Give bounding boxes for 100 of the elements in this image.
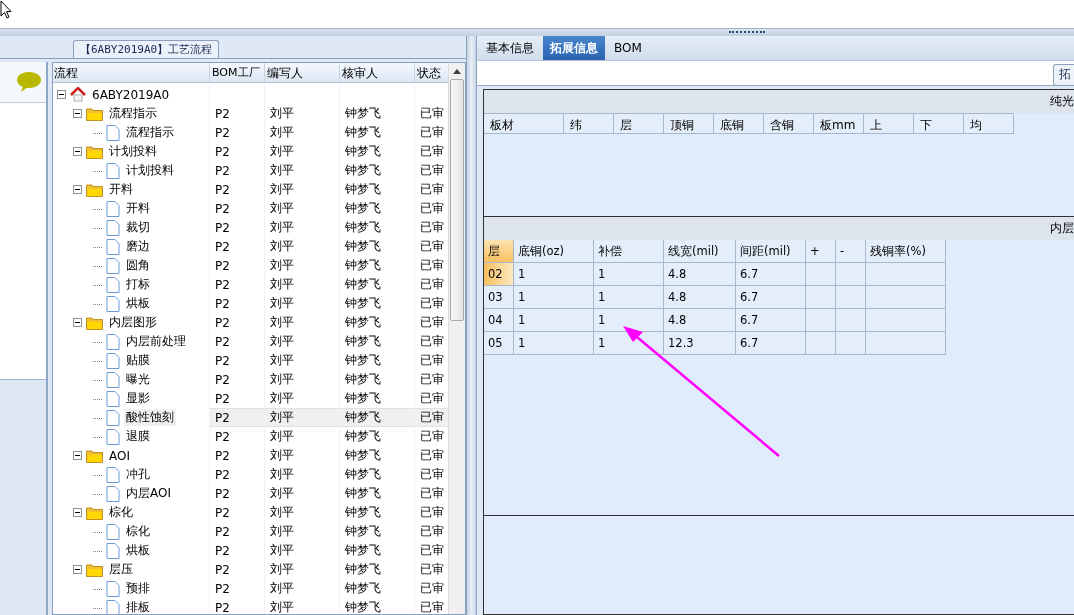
table-cell: 钟梦飞	[345, 580, 381, 597]
table-cell: 钟梦飞	[345, 124, 381, 141]
tree-item[interactable]: 层压	[107, 561, 135, 578]
table-cell: P2	[215, 543, 230, 558]
table-cell: 已审	[420, 200, 444, 217]
table-cell: 钟梦飞	[345, 238, 381, 255]
collapse-icon[interactable]	[73, 109, 82, 118]
tree-item[interactable]: 烘板	[124, 542, 152, 559]
tree-item[interactable]: AOI	[107, 448, 132, 463]
table-cell: 刘平	[270, 276, 294, 293]
tree-item[interactable]: 开料	[124, 200, 152, 217]
column-header: 顶铜	[664, 113, 714, 134]
tab[interactable]: 拓展信息	[543, 36, 605, 60]
tree-item[interactable]: 酸性蚀刻	[124, 409, 176, 426]
table-cell: 已审	[420, 295, 444, 312]
table-cell: 已审	[420, 143, 444, 160]
folder-icon	[86, 106, 103, 121]
tree-item[interactable]: 烘板	[124, 295, 152, 312]
collapse-icon[interactable]	[73, 185, 82, 194]
table-cell: 钟梦飞	[345, 333, 381, 350]
tab[interactable]: 基本信息	[479, 36, 541, 60]
folder-icon	[86, 505, 103, 520]
table-cell: P2	[215, 106, 230, 121]
tree-item[interactable]: 内层前处理	[124, 333, 188, 350]
column-header: 均	[964, 113, 1014, 134]
table-cell: 刘平	[270, 295, 294, 312]
table-cell: 钟梦飞	[345, 523, 381, 540]
column-header[interactable]: 编写人	[265, 63, 340, 82]
collapse-icon[interactable]	[73, 318, 82, 327]
row-header[interactable]: 03	[484, 286, 514, 309]
column-header: 层	[614, 113, 664, 134]
table-cell: P2	[215, 239, 230, 254]
column-header[interactable]: 流程	[53, 63, 210, 82]
group-tab[interactable]: 拓	[1053, 64, 1074, 86]
tree-item[interactable]: 内层AOI	[124, 485, 173, 502]
table-cell: 钟梦飞	[345, 599, 381, 614]
table-cell: 钟梦飞	[345, 219, 381, 236]
table-cell: 钟梦飞	[345, 352, 381, 369]
tree-item[interactable]: 冲孔	[124, 466, 152, 483]
scroll-up-icon[interactable]	[453, 69, 461, 74]
table-cell: P2	[215, 315, 230, 330]
tree-item[interactable]: 内层图形	[107, 314, 159, 331]
tree-item[interactable]: 流程指示	[124, 124, 176, 141]
table-cell: 刘平	[270, 409, 294, 426]
row-header[interactable]: 02	[484, 263, 514, 286]
table-cell: P2	[215, 448, 230, 463]
collapse-icon[interactable]	[73, 451, 82, 460]
collapse-icon[interactable]	[73, 147, 82, 156]
tree-item[interactable]: 磨边	[124, 238, 152, 255]
tree-item[interactable]: 贴膜	[124, 352, 152, 369]
table-cell: P2	[215, 182, 230, 197]
tree-item[interactable]: 棕化	[124, 523, 152, 540]
collapse-icon[interactable]	[73, 508, 82, 517]
table-cell: P2	[215, 334, 230, 349]
tab[interactable]: BOM	[607, 36, 649, 60]
scrollbar[interactable]	[448, 63, 465, 614]
table-cell: 已审	[420, 181, 444, 198]
document-icon	[106, 333, 120, 350]
table-cell: 钟梦飞	[345, 466, 381, 483]
table-cell: 6.7	[736, 309, 806, 332]
row-header[interactable]: 05	[484, 332, 514, 355]
column-header: 板mm	[814, 113, 864, 134]
tree-item[interactable]: 裁切	[124, 219, 152, 236]
table-cell: 钟梦飞	[345, 504, 381, 521]
table-cell: 刘平	[270, 257, 294, 274]
table-cell: 刘平	[270, 105, 294, 122]
tree-item[interactable]: 排板	[124, 599, 152, 614]
tree-item[interactable]: 流程指示	[107, 105, 159, 122]
tree-item[interactable]: 显影	[124, 390, 152, 407]
tree-item[interactable]: 打标	[124, 276, 152, 293]
table-cell: 1	[594, 263, 664, 286]
tree-item[interactable]: 开料	[107, 181, 135, 198]
collapse-icon[interactable]	[57, 90, 66, 99]
table-cell: 1	[514, 332, 594, 355]
table-cell: 已审	[420, 257, 444, 274]
tree-item[interactable]: 计划投料	[107, 143, 159, 160]
document-icon	[106, 466, 120, 483]
table-cell: 钟梦飞	[345, 314, 381, 331]
table-cell: 钟梦飞	[345, 276, 381, 293]
tree-item[interactable]: 棕化	[107, 504, 135, 521]
folder-icon	[86, 562, 103, 577]
table-cell: 钟梦飞	[345, 257, 381, 274]
table-cell: 6.7	[736, 286, 806, 309]
column-header[interactable]: 核审人	[340, 63, 415, 82]
splitter-grip-icon[interactable]	[729, 30, 765, 35]
tree-item[interactable]: 圆角	[124, 257, 152, 274]
tree-item[interactable]: 6ABY2019A0	[90, 87, 172, 102]
table-cell: 刘平	[270, 599, 294, 614]
scroll-thumb[interactable]	[450, 79, 464, 321]
table-cell: 已审	[420, 390, 444, 407]
document-icon	[106, 219, 120, 236]
row-header[interactable]: 04	[484, 309, 514, 332]
tree-item[interactable]: 预排	[124, 580, 152, 597]
table-cell: 已审	[420, 466, 444, 483]
tree-item[interactable]: 退膜	[124, 428, 152, 445]
column-header[interactable]: BOM工厂	[210, 63, 265, 82]
collapse-icon[interactable]	[73, 565, 82, 574]
tree-item[interactable]: 曝光	[124, 371, 152, 388]
tree-item[interactable]: 计划投料	[124, 162, 176, 179]
table-cell: P2	[215, 277, 230, 292]
